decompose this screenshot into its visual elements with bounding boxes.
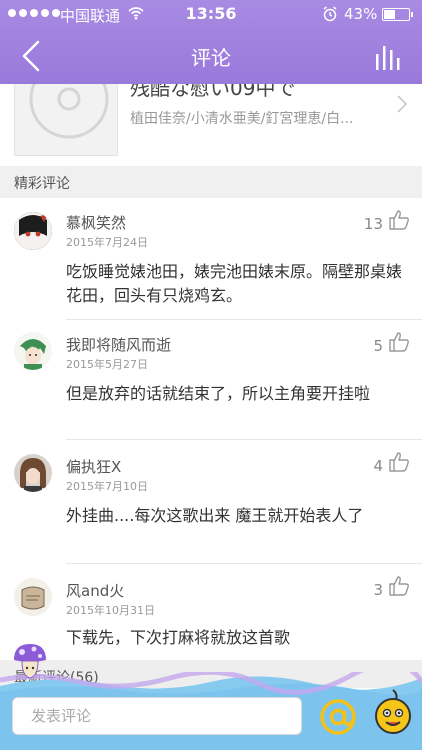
like-count: 4 bbox=[373, 457, 383, 475]
comment-date: 2015年5月27日 bbox=[66, 358, 148, 371]
top-header: 中国联通 13:56 43% 评论 bbox=[0, 0, 422, 84]
comment-item: 慕枫笑然 2015年7月24日 13 吃饭睡觉婊池田，婊完池田婊末原。隔壁那桌婊… bbox=[0, 198, 422, 320]
comment-date: 2015年10月31日 bbox=[66, 604, 155, 617]
like-count: 3 bbox=[373, 581, 383, 599]
album-art bbox=[14, 84, 118, 156]
song-title: 残酷な慰い09中で bbox=[130, 84, 296, 100]
comment-text: 下载先，下次打麻将就放这首歌 bbox=[66, 628, 291, 647]
like-count: 13 bbox=[363, 215, 383, 233]
battery-percent: 43% bbox=[344, 5, 378, 23]
avatar[interactable] bbox=[14, 454, 52, 492]
comment-item: 风and火 2015年10月31日 3 下载先，下次打麻将就放这首歌 bbox=[0, 564, 422, 660]
avatar-image bbox=[14, 212, 52, 250]
song-artists: 植田佳奈/小清水亜美/釘宮理恵/白... bbox=[130, 111, 354, 127]
comment-text: 但是放弃的话就结束了，所以主角要开挂啦 bbox=[66, 384, 371, 403]
avatar-image bbox=[14, 578, 52, 616]
comment-author[interactable]: 偏执狂X bbox=[66, 456, 121, 477]
avatar[interactable] bbox=[14, 578, 52, 616]
mushroom-mascot-icon bbox=[14, 644, 46, 679]
comment-text: 吃饭睡觉婊池田，婊完池田婊末原。隔壁那桌婊花田，回头有只烧鸡玄。 bbox=[66, 262, 403, 305]
comment-item: 我即将随风而逝 2015年5月27日 5 但是放弃的话就结束了，所以主角要开挂啦 bbox=[0, 320, 422, 440]
comment-input[interactable] bbox=[12, 697, 302, 735]
avatar-image bbox=[14, 454, 52, 492]
avatar[interactable] bbox=[14, 332, 52, 370]
avatar[interactable] bbox=[14, 212, 52, 250]
avatar-image bbox=[14, 332, 52, 370]
thumbs-up-icon[interactable] bbox=[388, 210, 410, 230]
disc-icon bbox=[29, 84, 109, 139]
equalizer-icon[interactable] bbox=[374, 42, 404, 70]
comment-date: 2015年7月24日 bbox=[66, 236, 148, 249]
like-count: 5 bbox=[373, 337, 383, 355]
comment-item: 偏执狂X 2015年7月10日 4 外挂曲....每次这歌出来 魔王就开始表人了 bbox=[0, 440, 422, 564]
battery-level bbox=[384, 10, 396, 19]
alarm-icon bbox=[323, 6, 337, 22]
featured-comments-header: 精彩评论 bbox=[0, 166, 422, 198]
comment-date: 2015年7月10日 bbox=[66, 480, 148, 493]
comment-author[interactable]: 风and火 bbox=[66, 580, 124, 601]
emoji-icon[interactable] bbox=[374, 688, 412, 736]
comment-author[interactable]: 慕枫笑然 bbox=[66, 212, 126, 233]
page-title: 评论 bbox=[191, 46, 231, 70]
comment-author[interactable]: 我即将随风而逝 bbox=[66, 334, 171, 355]
battery-icon bbox=[382, 8, 413, 21]
comment-input-bar bbox=[0, 672, 422, 750]
comment-text: 外挂曲....每次这歌出来 魔王就开始表人了 bbox=[66, 506, 364, 525]
status-bar: 中国联通 13:56 43% bbox=[0, 0, 422, 28]
section-title: 精彩评论 bbox=[14, 176, 70, 192]
thumbs-up-icon[interactable] bbox=[388, 332, 410, 352]
thumbs-up-icon[interactable] bbox=[388, 576, 410, 596]
mention-icon[interactable] bbox=[318, 698, 358, 736]
song-card[interactable]: 残酷な慰い09中で 植田佳奈/小清水亜美/釘宮理恵/白... bbox=[0, 84, 422, 166]
thumbs-up-icon[interactable] bbox=[388, 452, 410, 472]
chevron-right-icon bbox=[397, 95, 408, 113]
